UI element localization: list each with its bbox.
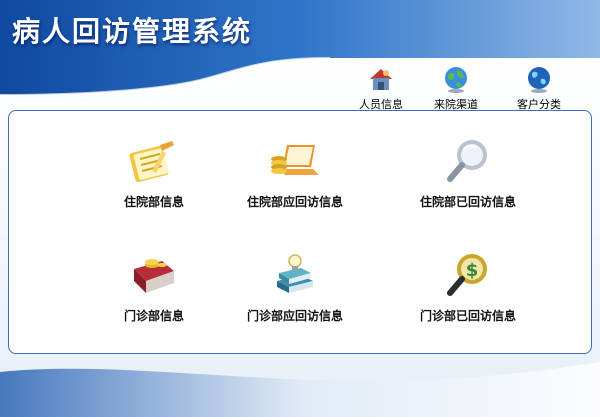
svg-text:$: $ xyxy=(466,260,479,281)
globe-blue-icon xyxy=(528,67,550,93)
house-person-icon xyxy=(370,69,392,90)
book-stack-bulb-icon xyxy=(277,254,313,293)
globe-icon xyxy=(445,67,467,93)
tile-label: 门诊部已回访信息 xyxy=(419,309,516,323)
tile-inpatient-followup-due[interactable]: 住院部应回访信息 xyxy=(210,137,380,217)
tile-inpatient-followup-done[interactable]: 住院部已回访信息 xyxy=(383,137,553,217)
nav-item-channel[interactable]: 来院渠道 xyxy=(420,64,492,112)
magnifier-icon xyxy=(447,140,487,182)
magnifier-dollar-icon: $ xyxy=(447,254,487,296)
tile-label: 住院部已回访信息 xyxy=(419,195,516,209)
book-coins-icon xyxy=(134,259,174,293)
top-nav: 人员信息 来院渠道 客户分类 xyxy=(0,64,600,112)
tile-outpatient-followup-done[interactable]: $ 门诊部已回访信息 xyxy=(383,251,553,331)
nav-item-customer-class[interactable]: 客户分类 xyxy=(503,64,575,112)
laptop-coins-icon xyxy=(271,145,319,175)
tile-label: 门诊部应回访信息 xyxy=(246,309,343,323)
tile-outpatient-followup-due[interactable]: 门诊部应回访信息 xyxy=(210,251,380,331)
tile-label: 住院部应回访信息 xyxy=(246,195,343,209)
main-panel: 住院部信息 住院部应回访信息 住院部已回访信息 门诊部信息 门诊部应回访信息 $… xyxy=(8,110,592,354)
app-title: 病人回访管理系统 xyxy=(12,15,253,48)
notebook-pencil-icon xyxy=(129,141,174,183)
nav-item-personnel[interactable]: 人员信息 xyxy=(345,64,417,112)
